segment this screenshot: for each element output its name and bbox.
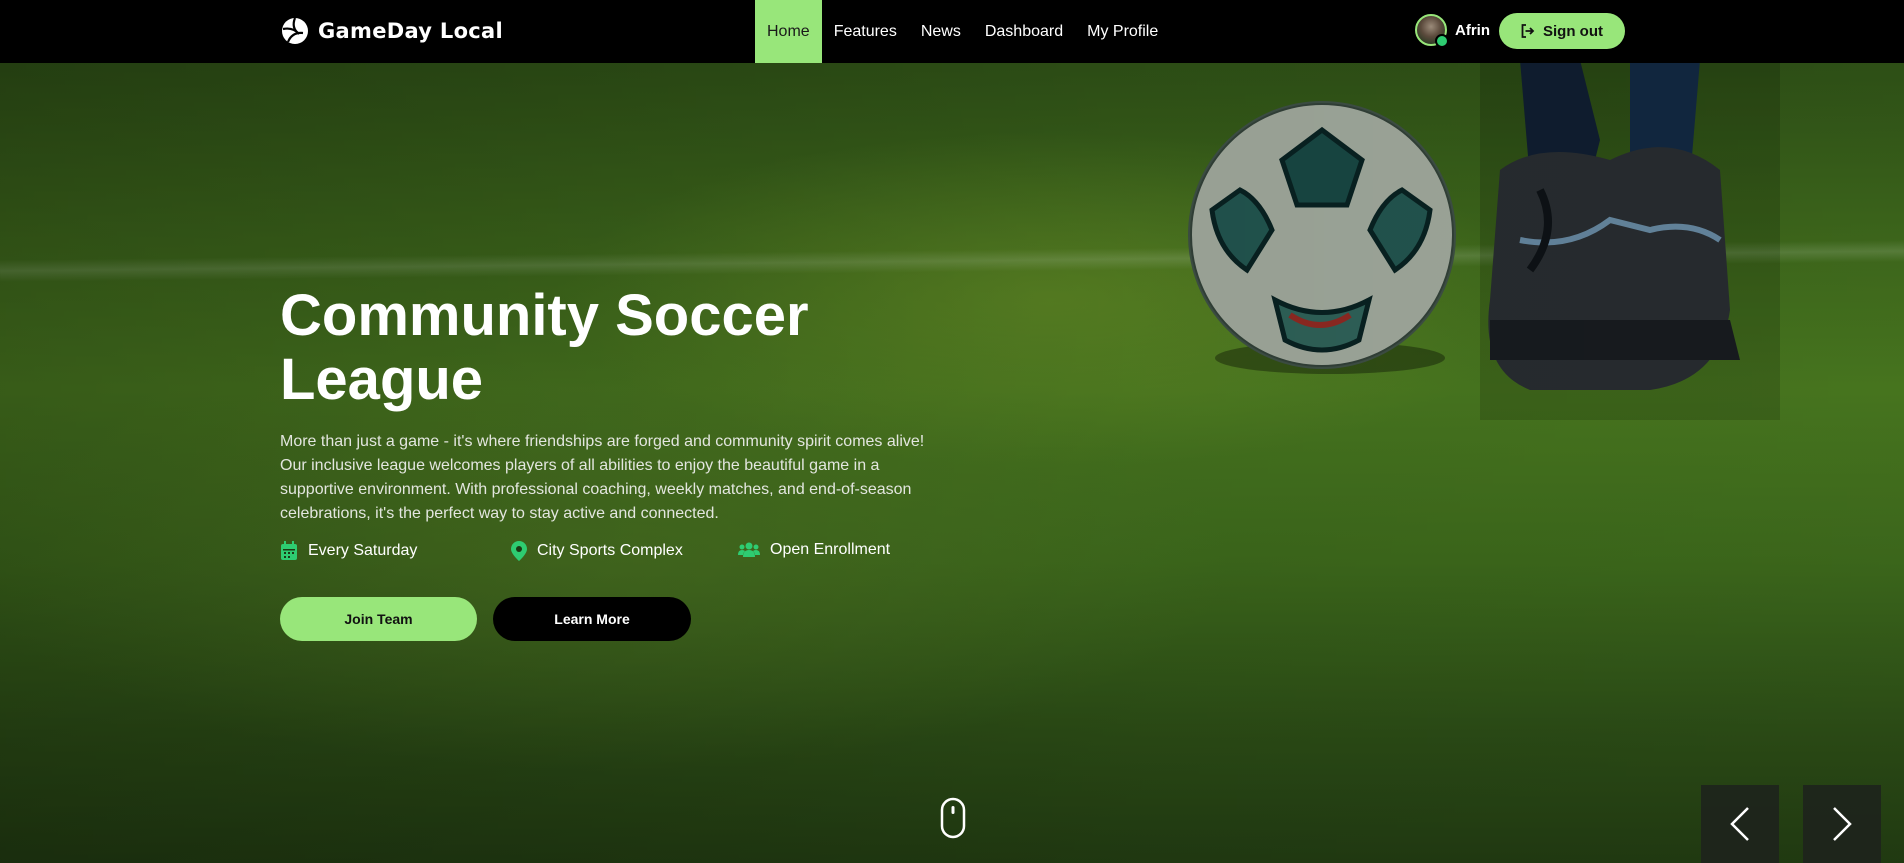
sign-out-icon <box>1521 24 1535 38</box>
chevron-right-icon <box>1833 807 1852 841</box>
slider-prev-button[interactable] <box>1701 785 1779 863</box>
chevron-left-icon <box>1730 807 1749 841</box>
slider-next-button[interactable] <box>1803 785 1881 863</box>
nav-link-my-profile[interactable]: My Profile <box>1075 0 1170 63</box>
avatar[interactable] <box>1415 14 1449 48</box>
location-pin-icon <box>511 541 527 561</box>
online-status-dot <box>1435 34 1449 48</box>
nav-link-dashboard[interactable]: Dashboard <box>973 0 1075 63</box>
hero-title: Community Soccer League <box>280 283 809 412</box>
sign-out-button[interactable]: Sign out <box>1499 13 1625 49</box>
nav-link-news[interactable]: News <box>909 0 973 63</box>
info-item-location: City Sports Complex <box>511 541 683 561</box>
volleyball-icon <box>282 17 308 44</box>
sign-out-label: Sign out <box>1543 22 1603 40</box>
info-location-label: City Sports Complex <box>537 542 683 559</box>
users-icon <box>738 542 760 557</box>
nav-link-features[interactable]: Features <box>822 0 909 63</box>
info-item-enrollment: Open Enrollment <box>738 541 890 559</box>
brand-logo[interactable]: GameDay Local <box>280 16 503 46</box>
main-nav: Home Features News Dashboard My Profile <box>755 0 1170 63</box>
hero-description: More than just a game - it's where frien… <box>280 433 925 522</box>
learn-more-button[interactable]: Learn More <box>493 597 691 641</box>
nav-link-home[interactable]: Home <box>755 0 822 63</box>
user-menu[interactable]: Afrin <box>1415 14 1490 48</box>
user-name: Afrin <box>1455 21 1490 39</box>
brand-name: GameDay Local <box>318 19 504 43</box>
join-team-button[interactable]: Join Team <box>280 597 477 641</box>
scroll-down-mouse-icon[interactable] <box>940 797 966 839</box>
info-item-schedule: Every Saturday <box>280 541 417 561</box>
info-enrollment-label: Open Enrollment <box>770 541 891 558</box>
info-schedule-label: Every Saturday <box>308 542 418 559</box>
calendar-icon <box>281 541 297 560</box>
top-navbar: GameDay Local Home Features News Dashboa… <box>0 0 1904 63</box>
